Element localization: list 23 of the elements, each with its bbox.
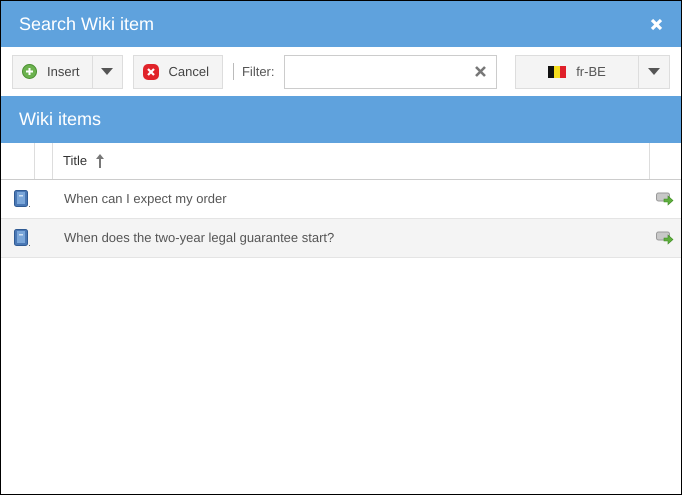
table-row[interactable]: When does the two-year legal guarantee start? [1,219,681,258]
language-label: fr-BE [576,62,606,81]
filter-label: Filter: [242,62,274,81]
filter-field[interactable] [284,54,498,88]
cancel-icon [142,64,159,80]
section-title: Wiki items [19,108,101,131]
clear-icon[interactable] [475,66,486,77]
table-cell-text: When can I expect my order [63,190,228,208]
insert-button[interactable]: Insert [13,56,92,88]
caret-icon [648,68,660,75]
column-header[interactable]: Title [53,143,649,179]
book-icon [14,229,30,247]
book-icon [14,190,30,208]
arrow-icon[interactable] [656,231,674,245]
arrow-icon[interactable] [656,192,674,206]
window-title: Search Wiki item [19,12,154,36]
caret-icon [101,68,114,75]
cancel-button[interactable]: Cancel [132,54,223,88]
table-cell-text: When does the two-year legal guarantee start? [63,229,336,248]
language-dropdown[interactable]: fr-BE [515,54,670,88]
plus-icon [22,64,37,79]
close-icon[interactable] [650,18,663,30]
flag-icon [548,66,566,78]
